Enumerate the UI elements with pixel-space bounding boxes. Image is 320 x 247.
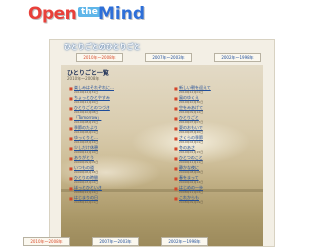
content-frame: ひとりごとのひとりごと 2010年～2008年 2007年～2003年 2002… — [49, 39, 275, 247]
list-item: ■ いつもの道 2009年06月18日 — [69, 165, 153, 175]
bullet-icon: ■ — [69, 116, 73, 121]
list-item: ■ 楽しみはそれぞれに… 2010年12月31日 — [69, 85, 153, 95]
entry-list-right: ■ 新しい朝を迎えて 2010年12月01日 ■ 風のゆくえ 2010年10月30日 ■… — [174, 85, 258, 205]
entry-date: 2009年11月11日 — [179, 160, 204, 164]
entry-date: 2010年01月15日 — [179, 150, 204, 154]
list-item: ■ ほっとひといき 2008年12月24日 — [69, 185, 153, 195]
bullet-icon: ■ — [69, 166, 73, 171]
bullet-icon: ■ — [69, 96, 73, 101]
page-heading: ひとりごとのひとりごと — [64, 43, 141, 51]
bullet-icon: ■ — [69, 136, 73, 141]
entry-date: 2008年10月01日 — [74, 200, 99, 204]
entry-date: 2008年11月03日 — [179, 190, 204, 194]
tab-2007-2003[interactable]: 2007年～2003年 — [145, 53, 192, 62]
entry-date: 2010年06月01日 — [74, 130, 99, 134]
entry-date: 2009年02月14日 — [179, 180, 204, 184]
entry-date: 2010年07月07日 — [179, 120, 204, 124]
entry-date: 2010年12月31日 — [74, 90, 99, 94]
entry-list-panel: ひとりごと一覧 2010年～2008年 ■ 楽しみはそれぞれに… 2010年12月3… — [61, 65, 263, 246]
list-item: ■ 空をみあげて 2010年09月12日 — [174, 105, 258, 115]
bullet-icon: ■ — [174, 166, 178, 171]
panel-subtitle: 2010年～2008年 — [67, 76, 100, 81]
list-item: ■ ひとつのこと 2009年11月11日 — [174, 155, 258, 165]
bullet-icon: ■ — [174, 176, 178, 181]
entry-date: 2010年03月22日 — [74, 140, 99, 144]
list-item: ■ これからも 2008年09月09日 — [174, 195, 258, 205]
bullet-icon: ■ — [69, 106, 73, 111]
bullet-icon: ■ — [174, 126, 178, 131]
entry-date: 2010年10月08日 — [74, 110, 99, 114]
entry-date: 2009年12月10日 — [74, 150, 99, 154]
list-item: ■ 季節のたより 2010年06月01日 — [69, 125, 153, 135]
list-item: ■ はじめの一歩 2008年11月03日 — [174, 185, 258, 195]
list-item: ■ ひとりの時間 2009年03月02日 — [69, 175, 153, 185]
list-item: ■ 少しだけ休憩 2009年12月10日 — [69, 145, 153, 155]
list-item: ■ ひとりごとのつづき 2010年10月08日 — [69, 105, 153, 115]
tab-2002-1998[interactable]: 2002年～1998年 — [214, 53, 261, 62]
list-item: ■ ひとりごと 2010年07月07日 — [174, 115, 258, 125]
entry-date: 2010年05月20日 — [179, 130, 204, 134]
bullet-icon: ■ — [174, 156, 178, 161]
bullet-icon: ■ — [69, 156, 73, 161]
list-item: ■ ありがとう 2009年09月05日 — [69, 155, 153, 165]
site-logo[interactable]: Open the Mind — [28, 4, 188, 30]
bullet-icon: ■ — [69, 126, 73, 131]
entry-date: 2010年12月01日 — [179, 90, 204, 94]
entry-list-left: ■ 楽しみはそれぞれに… 2010年12月31日 ■ ちょっとひとやすみ 2010年11… — [69, 85, 153, 205]
bullet-icon: ■ — [69, 86, 73, 91]
bullet-icon: ■ — [174, 136, 178, 141]
bullet-icon: ■ — [69, 176, 73, 181]
list-item: ■ 風のゆくえ 2010年10月30日 — [174, 95, 258, 105]
bullet-icon: ■ — [174, 186, 178, 191]
list-item: ■ 冬のあさ 2010年01月15日 — [174, 145, 258, 155]
list-item: ■ 「Tomorrow」 2010年08月15日 — [69, 115, 153, 125]
entry-date: 2008年12月24日 — [74, 190, 99, 194]
entry-date: 2010年04月01日 — [179, 140, 204, 144]
bullet-icon: ■ — [174, 196, 178, 201]
bullet-icon: ■ — [174, 96, 178, 101]
entry-date: 2009年08月08日 — [179, 170, 204, 174]
entry-date: 2009年06月18日 — [74, 170, 99, 174]
logo-word-open: Open — [28, 4, 77, 24]
logo-word-mind: Mind — [98, 4, 146, 24]
list-item: ■ はじまりの日 2008年10月01日 — [69, 195, 153, 205]
list-item: ■ ゆっくりと… 2010年03月22日 — [69, 135, 153, 145]
list-item: ■ 春をまって 2009年02月14日 — [174, 175, 258, 185]
entry-date: 2009年03月02日 — [74, 180, 99, 184]
entry-date: 2010年10月30日 — [179, 100, 204, 104]
bullet-icon: ■ — [174, 86, 178, 91]
entry-date: 2010年09月12日 — [179, 110, 204, 114]
bullet-icon: ■ — [69, 196, 73, 201]
entry-date: 2009年09月05日 — [74, 160, 99, 164]
list-item: ■ さくらの季節 2010年04月01日 — [174, 135, 258, 145]
bullet-icon: ■ — [174, 106, 178, 111]
bullet-icon: ■ — [174, 146, 178, 151]
list-item: ■ 新しい朝を迎えて 2010年12月01日 — [174, 85, 258, 95]
entry-date: 2008年09月09日 — [179, 200, 204, 204]
bullet-icon: ■ — [69, 146, 73, 151]
tab-2010-2008[interactable]: 2010年～2008年 — [76, 53, 123, 62]
bullet-icon: ■ — [174, 116, 178, 121]
list-item: ■ 静かな夜に 2009年08月08日 — [174, 165, 258, 175]
list-item: ■ 夏のおもいで 2010年05月20日 — [174, 125, 258, 135]
list-item: ■ ちょっとひとやすみ 2010年11月20日 — [69, 95, 153, 105]
entry-date: 2010年08月15日 — [74, 120, 99, 124]
bullet-icon: ■ — [69, 186, 73, 191]
entry-date: 2010年11月20日 — [74, 100, 99, 104]
